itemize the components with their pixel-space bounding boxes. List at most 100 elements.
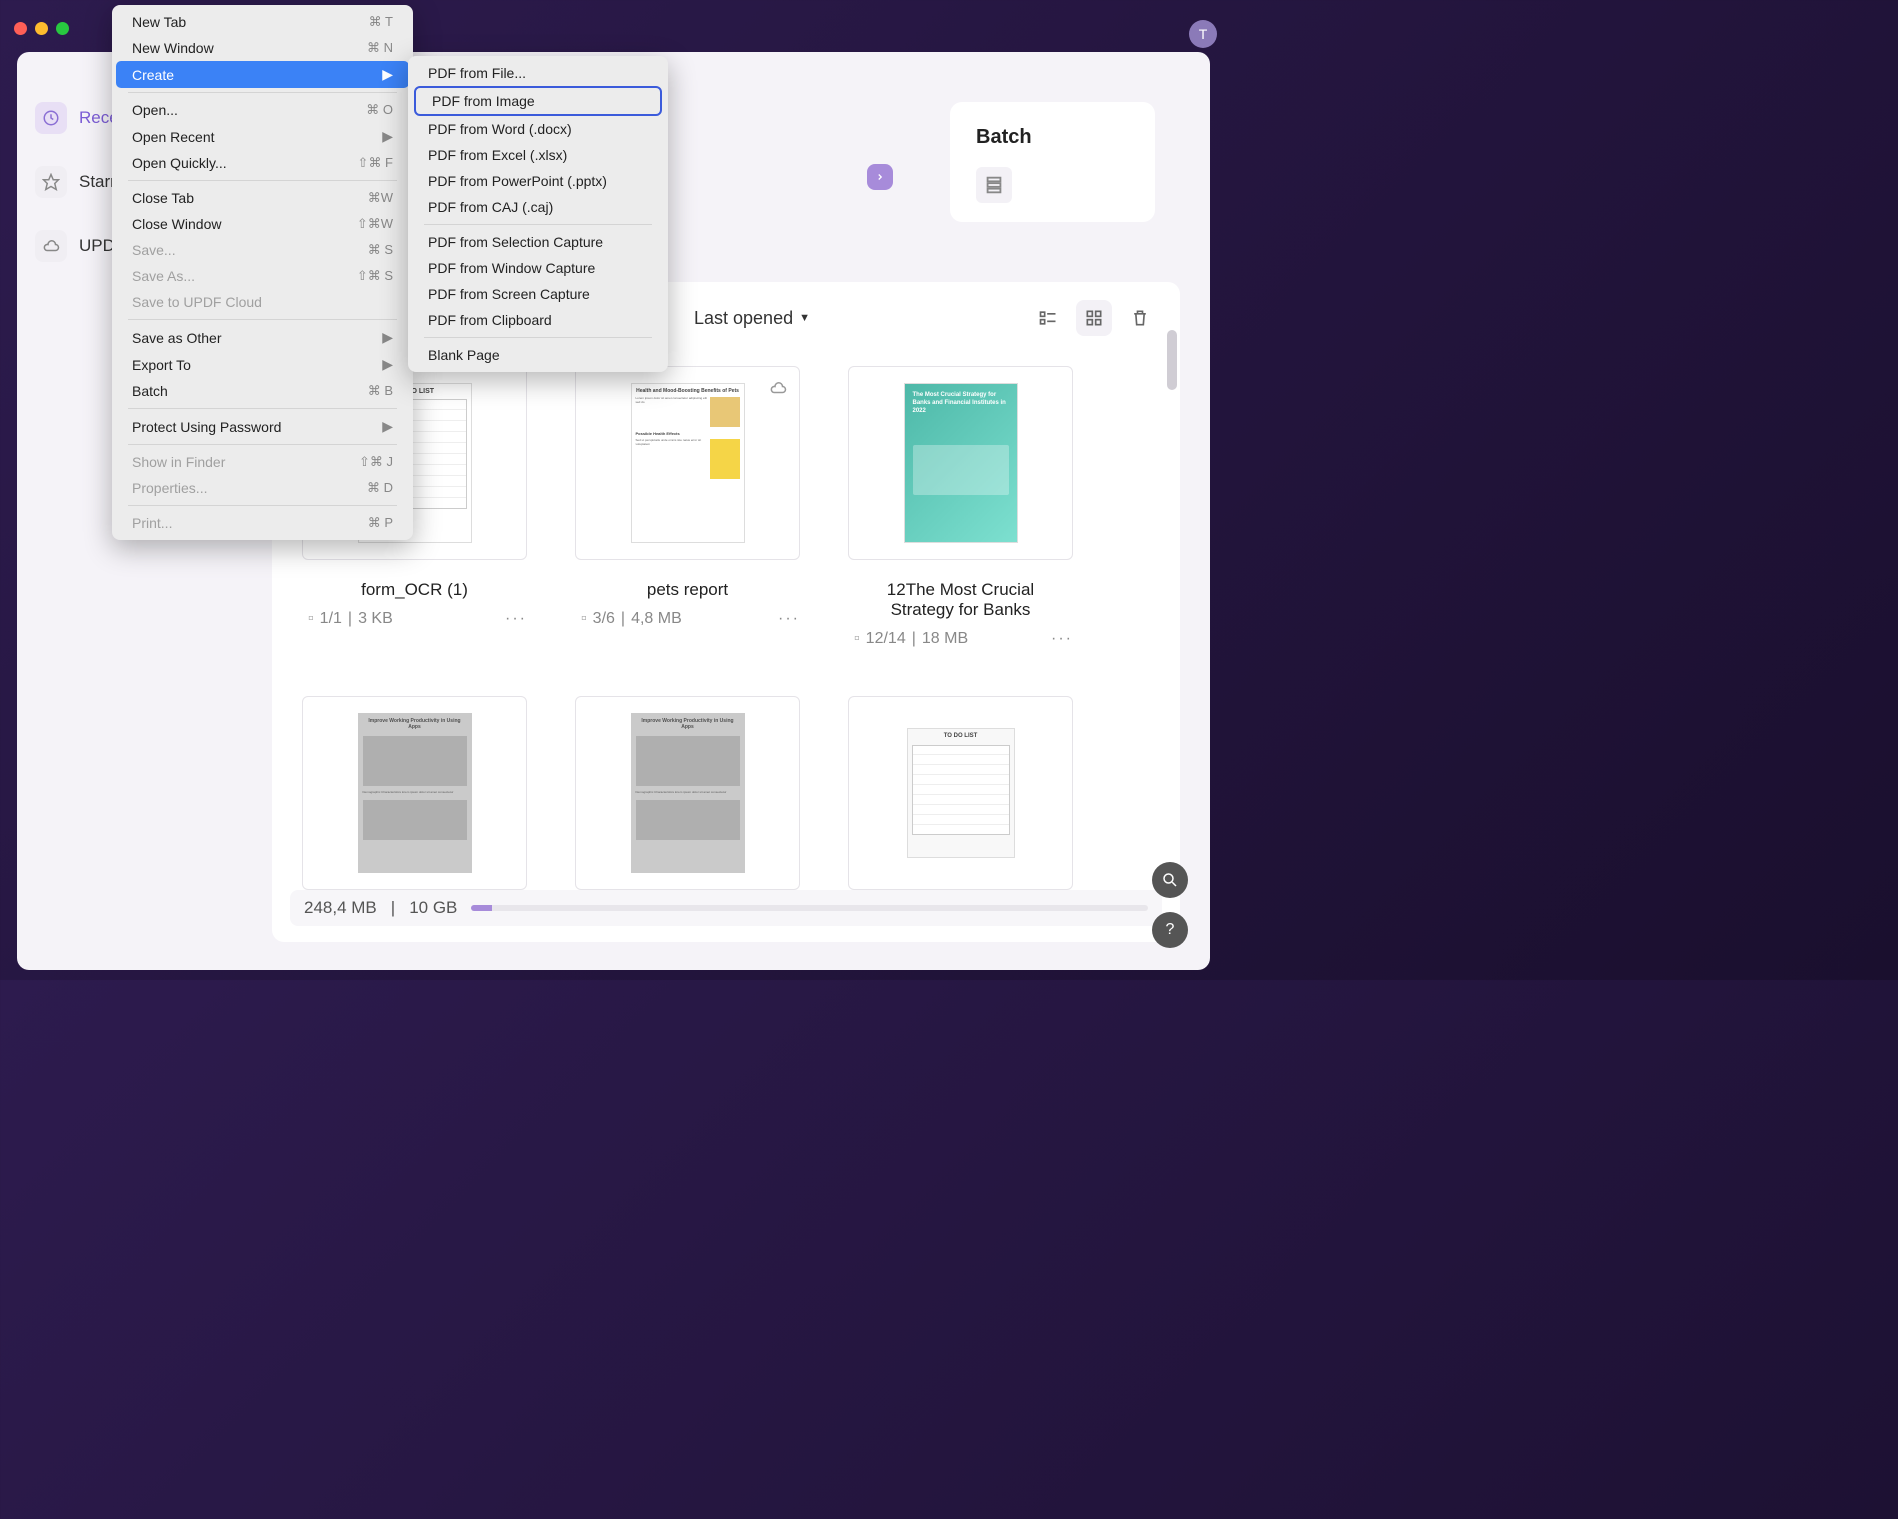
menu-item-label: New Tab xyxy=(132,14,186,30)
thumb-preview: Health and Mood-Boosting Benefits of Pet… xyxy=(631,383,745,543)
menu-item-pdf-from-clipboard[interactable]: PDF from Clipboard xyxy=(412,307,664,333)
cloud-badge-icon xyxy=(769,379,787,402)
file-pages: 1/1 xyxy=(320,610,342,628)
menu-item-pdf-from-caj-caj[interactable]: PDF from CAJ (.caj) xyxy=(412,194,664,220)
menu-item-new-tab[interactable]: New Tab ⌘ T xyxy=(116,9,409,35)
view-list-button[interactable] xyxy=(1030,300,1066,336)
menu-item-open[interactable]: Open...⌘ O xyxy=(116,97,409,123)
menu-shortcut: ⇧⌘ F xyxy=(358,155,393,171)
chevron-right-icon: ▶ xyxy=(382,418,393,435)
chevron-right-icon: ▶ xyxy=(382,356,393,373)
file-card[interactable]: The Most Crucial Strategy for Banks and … xyxy=(848,366,1073,648)
menu-item-close-window[interactable]: Close Window⇧⌘W xyxy=(116,211,409,237)
storage-progress-track xyxy=(471,905,1148,911)
help-fab-button[interactable]: ? xyxy=(1152,912,1188,948)
file-menu: New Tab⌘ TNew Window⌘ NCreate▶Open...⌘ O… xyxy=(112,5,413,540)
file-card[interactable]: Health and Mood-Boosting Benefits of Pet… xyxy=(575,366,800,648)
menu-item-label: PDF from Screen Capture xyxy=(428,286,590,302)
file-card[interactable]: Improve Working Productivity in Using Ap… xyxy=(302,696,527,890)
scrollbar[interactable] xyxy=(1167,330,1177,882)
file-more-button[interactable]: ··· xyxy=(505,610,527,628)
menu-item-label: Open Quickly... xyxy=(132,155,227,171)
menu-item-label: PDF from Excel (.xlsx) xyxy=(428,147,567,163)
menu-item-protect-using-password[interactable]: Protect Using Password▶ xyxy=(116,413,409,440)
thumb-preview: Improve Working Productivity in Using Ap… xyxy=(358,713,472,873)
menu-shortcut: ⌘ N xyxy=(367,40,393,56)
file-size: 18 MB xyxy=(922,630,968,648)
menu-item-export-to[interactable]: Export To ▶ xyxy=(116,351,409,378)
window-traffic-lights xyxy=(14,22,69,35)
file-name: form_OCR (1) xyxy=(361,580,468,600)
menu-separator xyxy=(128,319,397,320)
window-maximize-button[interactable] xyxy=(56,22,69,35)
file-meta: ▫ 3/6 | 4,8 MB ··· xyxy=(575,610,800,628)
menu-item-open-quickly[interactable]: Open Quickly... ⇧⌘ F xyxy=(116,150,409,176)
menu-item-pdf-from-word-docx[interactable]: PDF from Word (.docx) xyxy=(412,116,664,142)
menu-item-new-window[interactable]: New Window ⌘ N xyxy=(116,35,409,61)
menu-item-pdf-from-powerpoint-pptx[interactable]: PDF from PowerPoint (.pptx) xyxy=(412,168,664,194)
menu-item-label: Save to UPDF Cloud xyxy=(132,294,262,310)
clock-icon xyxy=(35,102,67,134)
chevron-right-icon: ▶ xyxy=(382,329,393,346)
menu-item-pdf-from-file[interactable]: PDF from File... xyxy=(412,60,664,86)
search-fab-button[interactable] xyxy=(1152,862,1188,898)
menu-item-label: Blank Page xyxy=(428,347,500,363)
file-card[interactable]: Improve Working Productivity in Using Ap… xyxy=(575,696,800,890)
scrollbar-thumb[interactable] xyxy=(1167,330,1177,390)
file-thumbnail: The Most Crucial Strategy for Banks and … xyxy=(848,366,1073,560)
view-grid-button[interactable] xyxy=(1076,300,1112,336)
pages-icon: ▫ xyxy=(581,610,587,628)
storage-progress-fill xyxy=(471,905,491,911)
menu-item-label: Save as Other xyxy=(132,330,222,346)
batch-icon xyxy=(976,167,1012,203)
window-close-button[interactable] xyxy=(14,22,27,35)
file-size: 3 KB xyxy=(358,610,393,628)
file-size: 4,8 MB xyxy=(631,610,682,628)
file-name: pets report xyxy=(647,580,728,600)
card-batch[interactable]: Batch xyxy=(950,102,1155,222)
storage-used: 248,4 MB xyxy=(304,898,377,918)
menu-separator xyxy=(424,224,652,225)
menu-item-pdf-from-excel-xlsx[interactable]: PDF from Excel (.xlsx) xyxy=(412,142,664,168)
window-minimize-button[interactable] xyxy=(35,22,48,35)
menu-item-show-in-finder: Show in Finder⇧⌘ J xyxy=(116,449,409,475)
menu-item-label: New Window xyxy=(132,40,214,56)
file-name: 12The Most Crucial Strategy for Banks xyxy=(861,580,1061,620)
cloud-icon xyxy=(35,230,67,262)
menu-item-close-tab[interactable]: Close Tab⌘W xyxy=(116,185,409,211)
question-icon: ? xyxy=(1166,921,1175,939)
menu-item-pdf-from-window-capture[interactable]: PDF from Window Capture xyxy=(412,255,664,281)
menu-item-label: PDF from Window Capture xyxy=(428,260,595,276)
thumb-preview: Improve Working Productivity in Using Ap… xyxy=(631,713,745,873)
file-thumbnail: Improve Working Productivity in Using Ap… xyxy=(302,696,527,890)
menu-item-batch[interactable]: Batch⌘ B xyxy=(116,378,409,404)
menu-item-blank-page[interactable]: Blank Page xyxy=(412,342,664,368)
menu-shortcut: ⌘W xyxy=(368,190,393,206)
menu-item-save-as-other[interactable]: Save as Other ▶ xyxy=(116,324,409,351)
user-avatar[interactable]: T xyxy=(1189,20,1217,48)
menu-item-label: Save As... xyxy=(132,268,195,284)
menu-shortcut: ⌘ S xyxy=(368,242,393,258)
sort-dropdown[interactable]: Last opened ▼ xyxy=(684,302,820,335)
menu-item-save: Save...⌘ S xyxy=(116,237,409,263)
menu-shortcut: ⌘ T xyxy=(369,14,393,30)
menu-shortcut: ⌘ D xyxy=(367,480,393,496)
menu-item-pdf-from-screen-capture[interactable]: PDF from Screen Capture xyxy=(412,281,664,307)
menu-item-label: Export To xyxy=(132,357,191,373)
menu-item-pdf-from-image[interactable]: PDF from Image xyxy=(414,86,662,116)
menu-item-label: Close Window xyxy=(132,216,221,232)
menu-item-open-recent[interactable]: Open Recent▶ xyxy=(116,123,409,150)
file-more-button[interactable]: ··· xyxy=(778,610,800,628)
expand-card-button[interactable] xyxy=(867,164,893,190)
file-meta: ▫ 12/14 | 18 MB ··· xyxy=(848,630,1073,648)
menu-item-label: Create xyxy=(132,67,174,83)
card-title: Batch xyxy=(976,126,1129,149)
menu-item-pdf-from-selection-capture[interactable]: PDF from Selection Capture xyxy=(412,229,664,255)
file-more-button[interactable]: ··· xyxy=(1051,630,1073,648)
menu-item-create[interactable]: Create▶ xyxy=(116,61,409,88)
menu-shortcut: ⇧⌘ S xyxy=(357,268,393,284)
delete-button[interactable] xyxy=(1122,300,1158,336)
pages-icon: ▫ xyxy=(854,630,860,648)
file-card[interactable]: TO DO LIST xyxy=(848,696,1073,890)
menu-item-print: Print...⌘ P xyxy=(116,510,409,536)
